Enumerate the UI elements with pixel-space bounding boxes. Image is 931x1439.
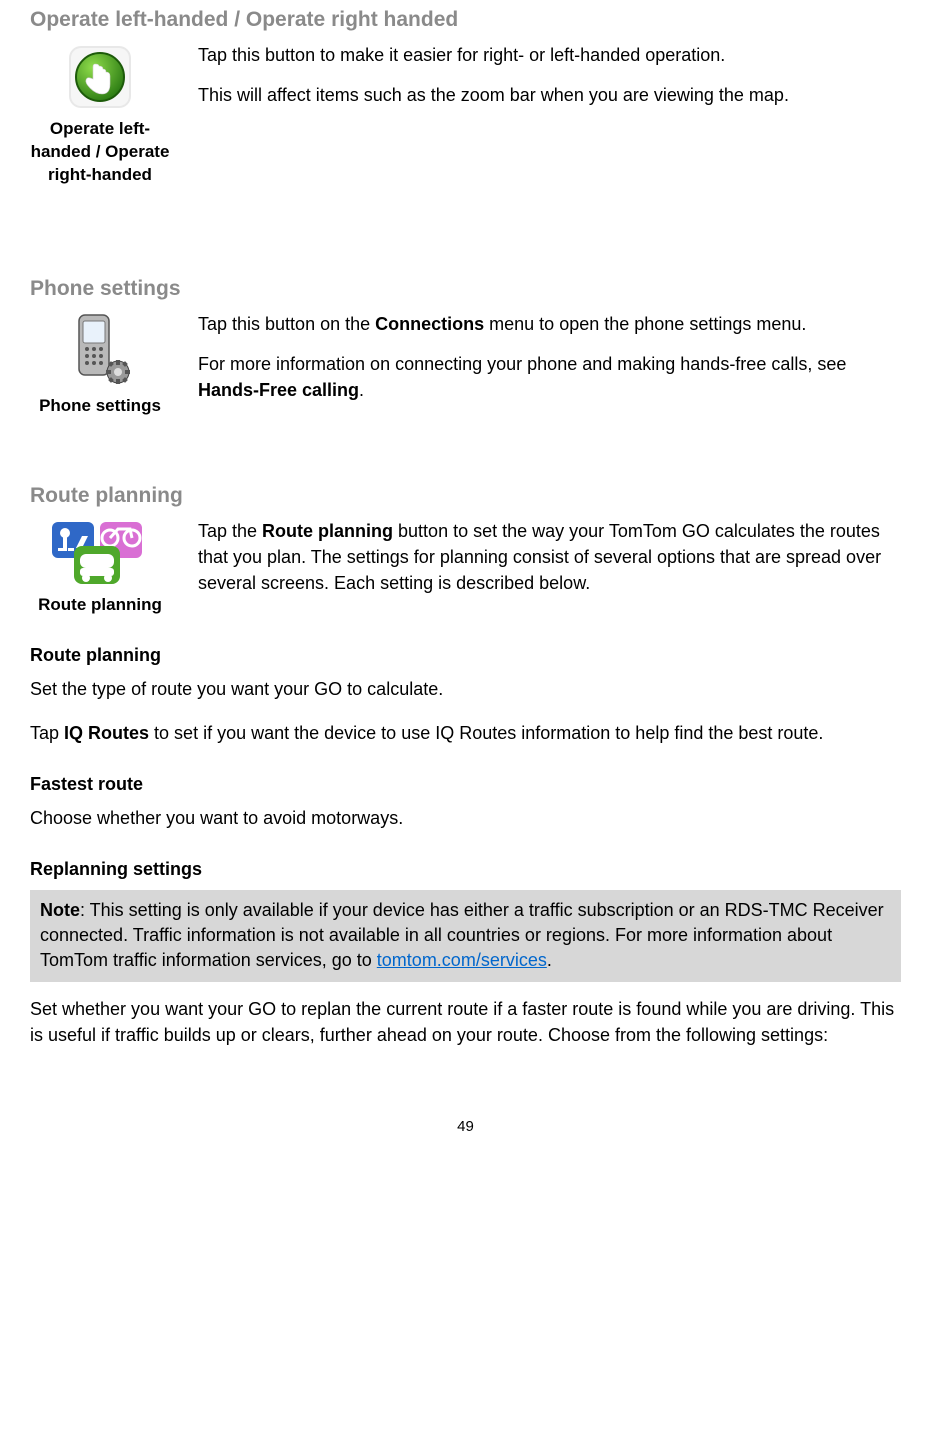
note-box: Note: This setting is only available if … <box>30 890 901 982</box>
section-title-operate: Operate left-handed / Operate right hand… <box>30 8 901 32</box>
services-link[interactable]: tomtom.com/services <box>377 950 547 970</box>
row-operate: Operate left-handed / Operate right-hand… <box>30 42 901 187</box>
sub1-p1: Set the type of route you want your GO t… <box>30 676 901 702</box>
subheading-route-planning: Route planning <box>30 645 901 666</box>
phone-p1bold: Connections <box>375 314 484 334</box>
icon-caption-operate: Operate left-handed / Operate right-hand… <box>30 118 170 187</box>
subheading-fastest-route: Fastest route <box>30 774 901 795</box>
icon-caption-route: Route planning <box>30 594 170 617</box>
operate-p1: Tap this button to make it easier for ri… <box>198 42 901 68</box>
phone-p2: For more information on connecting your … <box>198 351 901 403</box>
route-p1bold: Route planning <box>262 521 393 541</box>
sub3-p1: Set whether you want your GO to replan t… <box>30 996 901 1048</box>
note-bold: Note <box>40 900 80 920</box>
note-text-b: . <box>547 950 552 970</box>
phone-p1a: Tap this button on the <box>198 314 375 334</box>
operate-p2: This will affect items such as the zoom … <box>198 82 901 108</box>
text-col-operate: Tap this button to make it easier for ri… <box>198 42 901 122</box>
sub1-p2bold: IQ Routes <box>64 723 149 743</box>
sub1-p2b: to set if you want the device to use IQ … <box>149 723 823 743</box>
route-planning-icon <box>50 518 150 588</box>
row-phone: Phone settings Tap this button on the Co… <box>30 311 901 418</box>
subheading-replanning: Replanning settings <box>30 859 901 880</box>
icon-caption-phone: Phone settings <box>30 395 170 418</box>
phone-gear-icon <box>65 311 135 389</box>
phone-p2a: For more information on connecting your … <box>198 354 846 374</box>
phone-p2b: . <box>359 380 364 400</box>
page-number: 49 <box>30 1118 901 1135</box>
phone-p1: Tap this button on the Connections menu … <box>198 311 901 337</box>
icon-col-operate: Operate left-handed / Operate right-hand… <box>30 42 170 187</box>
icon-col-route: Route planning <box>30 518 170 617</box>
section-title-route: Route planning <box>30 484 901 508</box>
icon-col-phone: Phone settings <box>30 311 170 418</box>
text-col-phone: Tap this button on the Connections menu … <box>198 311 901 417</box>
sub2-p1: Choose whether you want to avoid motorwa… <box>30 805 901 831</box>
phone-p2bold: Hands-Free calling <box>198 380 359 400</box>
phone-p1b: menu to open the phone settings menu. <box>484 314 806 334</box>
sub1-p2: Tap IQ Routes to set if you want the dev… <box>30 720 901 746</box>
sub1-p2a: Tap <box>30 723 64 743</box>
route-p1: Tap the Route planning button to set the… <box>198 518 901 596</box>
section-title-phone: Phone settings <box>30 277 901 301</box>
touch-icon <box>65 42 135 112</box>
row-route: Route planning Tap the Route planning bu… <box>30 518 901 617</box>
text-col-route: Tap the Route planning button to set the… <box>198 518 901 610</box>
route-p1a: Tap the <box>198 521 262 541</box>
